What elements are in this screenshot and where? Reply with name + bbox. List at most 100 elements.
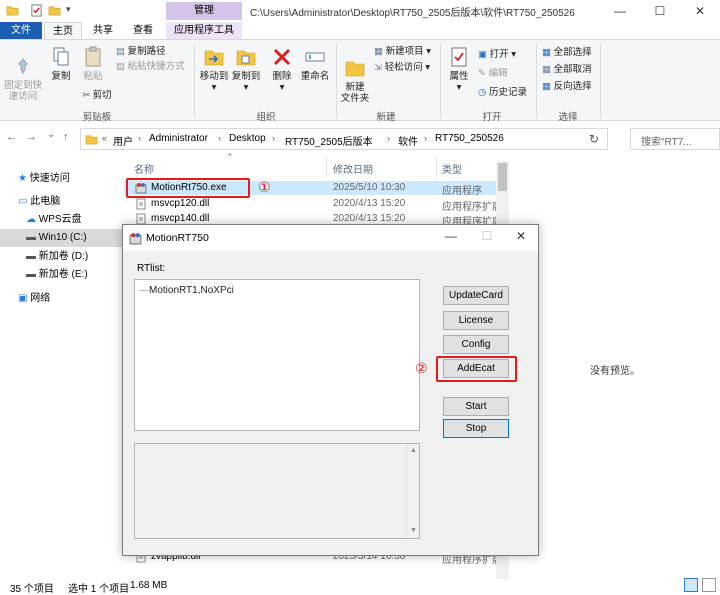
status-item-count: 35 个项目 [10, 584, 54, 595]
drive-icon: ▬ [26, 251, 36, 262]
search-input[interactable]: 搜索"RT7... [630, 128, 720, 150]
cut-button[interactable]: ✂ 剪切 [82, 89, 112, 102]
annotation-number-2: ② [415, 360, 428, 376]
new-item-button[interactable]: ▦ 新建项目 ▾ [374, 45, 431, 58]
invert-selection-button[interactable]: ▦ 反向选择 [542, 80, 592, 93]
file-name: msvcp120.dll [151, 198, 210, 209]
start-button[interactable]: Start [443, 397, 509, 416]
quick-access-dropdown[interactable]: ▾ [66, 4, 71, 15]
scrollbar-thumb[interactable] [498, 163, 507, 191]
tab-home[interactable]: 主页 [44, 22, 82, 39]
breadcrumb-software[interactable]: 软件 [398, 133, 418, 148]
network-icon: ▣ [18, 293, 28, 304]
maximize-button[interactable]: ☐ [640, 0, 680, 22]
delete-button[interactable]: 删除 ▾ [268, 46, 296, 93]
open-button[interactable]: ▣ 打开 ▾ [478, 48, 516, 61]
rename-button[interactable]: 重命名 [298, 46, 332, 82]
group-label-clipboard: 剪贴板 [82, 112, 112, 123]
computer-icon: ▭ [18, 196, 28, 207]
breadcrumb-users[interactable]: 用户 [113, 133, 133, 148]
drive-icon: ▬ [26, 269, 36, 280]
dialog-minimize-button[interactable]: — [441, 229, 461, 243]
scissors-icon: ✂ [82, 90, 90, 101]
group-label-new: 新建 [376, 112, 396, 123]
folder-icon [85, 135, 98, 145]
sidebar-item-this-pc[interactable]: ▭ 此电脑 [18, 193, 122, 211]
properties-button[interactable]: 属性 ▾ [444, 46, 474, 93]
stop-button[interactable]: Stop [443, 419, 509, 438]
tab-share[interactable]: 共享 [84, 22, 122, 39]
address-bar[interactable]: « 用户 › Administrator › Desktop › RT750_2… [80, 128, 608, 150]
properties-quick-icon[interactable] [30, 4, 43, 17]
select-all-button[interactable]: ▦ 全部选择 [542, 46, 592, 59]
context-tab-manage[interactable]: 管理 [166, 2, 242, 20]
recent-locations-button[interactable]: ⌄ [47, 129, 55, 140]
large-icons-view-icon[interactable] [702, 578, 716, 592]
sidebar-item-drive-e[interactable]: ▬ 新加卷 (E:) [26, 266, 122, 284]
dialog-close-button[interactable]: ✕ [511, 229, 531, 243]
paste-shortcut-button[interactable]: ▤ 粘贴快捷方式 [116, 60, 185, 73]
refresh-icon[interactable]: ↻ [589, 132, 599, 146]
updatecard-button[interactable]: UpdateCard [443, 286, 509, 305]
easy-access-button[interactable]: ⇲ 轻松访问 ▾ [374, 61, 430, 74]
annotation-highlight-exe [126, 178, 250, 198]
annotation-number-1: ① [258, 179, 271, 195]
address-overflow[interactable]: « [102, 133, 107, 143]
sidebar-item-network[interactable]: ▣ 网络 [18, 290, 122, 308]
column-divider [326, 157, 327, 177]
pin-icon [18, 58, 28, 75]
select-none-button[interactable]: ▦ 全部取消 [542, 63, 592, 76]
breadcrumb-administrator[interactable]: Administrator [149, 133, 208, 144]
drive-icon: ▬ [26, 232, 36, 243]
column-header-type[interactable]: 类型 [442, 161, 462, 176]
scroll-up-icon[interactable]: ▲ [410, 447, 417, 454]
copy-to-button[interactable]: 复制到 ▾ [230, 46, 262, 93]
tab-file[interactable]: 文件 [0, 22, 42, 39]
copy-button[interactable]: 复制 [46, 46, 76, 82]
file-date: 2020/4/13 15:20 [333, 198, 406, 209]
window-title: C:\Users\Administrator\Desktop\RT750_250… [250, 8, 575, 19]
license-button[interactable]: License [443, 311, 509, 330]
paste-button[interactable]: 粘贴 [78, 46, 108, 82]
breadcrumb-rt750-version[interactable]: RT750_2505后版本 [285, 133, 373, 148]
move-to-button[interactable]: 移动到 ▾ [198, 46, 230, 93]
table-row[interactable]: msvcp120.dll 2020/4/13 15:20 应用程序扩展 [124, 197, 502, 213]
tree-item-motionrt1[interactable]: —MotionRT1,NoXPci [139, 285, 234, 296]
sidebar-item-drive-d[interactable]: ▬ 新加卷 (D:) [26, 248, 122, 266]
rtlist-tree[interactable]: —MotionRT1,NoXPci [134, 279, 420, 431]
select-all-icon: ▦ [542, 47, 551, 58]
pin-quick-access-button[interactable]: 固定到快 速访问 [2, 46, 44, 102]
breadcrumb-desktop[interactable]: Desktop [229, 133, 266, 144]
group-separator [536, 44, 537, 118]
status-selected-size: 1.68 MB [130, 580, 168, 591]
up-button[interactable]: ↑ [63, 131, 69, 143]
group-label-organize: 组织 [256, 112, 276, 123]
column-header-name[interactable]: 名称 [134, 161, 154, 176]
log-scrollbar[interactable]: ▲ ▼ [406, 445, 419, 537]
new-folder-button[interactable]: 新建 文件夹 [338, 46, 372, 104]
sidebar-item-wps-cloud[interactable]: ☁ WPS云盘 [26, 211, 122, 229]
details-view-icon[interactable] [684, 578, 698, 592]
select-none-icon: ▦ [542, 64, 551, 75]
breadcrumb-separator: › [138, 133, 141, 143]
close-button[interactable]: ✕ [680, 0, 720, 22]
history-button[interactable]: ◷ 历史记录 [478, 86, 527, 99]
column-header-date[interactable]: 修改日期 [333, 161, 373, 176]
breadcrumb-separator: › [424, 133, 427, 143]
log-output-box[interactable]: ▲ ▼ [134, 443, 420, 539]
new-folder-quick-icon[interactable] [48, 4, 61, 17]
back-button[interactable]: ← [6, 131, 17, 143]
edit-button[interactable]: ✎ 编辑 [478, 67, 508, 80]
copy-path-button[interactable]: ▤ 复制路径 [116, 45, 166, 58]
dll-file-icon [136, 198, 146, 210]
sidebar-item-drive-c[interactable]: ▬ Win10 (C:) [0, 229, 122, 247]
sidebar-item-quick-access[interactable]: ★ 快速访问 [18, 170, 122, 188]
tab-view[interactable]: 查看 [124, 22, 162, 39]
config-button[interactable]: Config [443, 335, 509, 354]
forward-button[interactable]: → [26, 131, 37, 143]
tab-app-tools[interactable]: 应用程序工具 [166, 22, 242, 39]
scroll-down-icon[interactable]: ▼ [410, 527, 417, 534]
breadcrumb-rt750-250526[interactable]: RT750_250526 [435, 133, 504, 144]
minimize-button[interactable]: — [600, 0, 640, 22]
group-label-open: 打开 [482, 112, 502, 123]
